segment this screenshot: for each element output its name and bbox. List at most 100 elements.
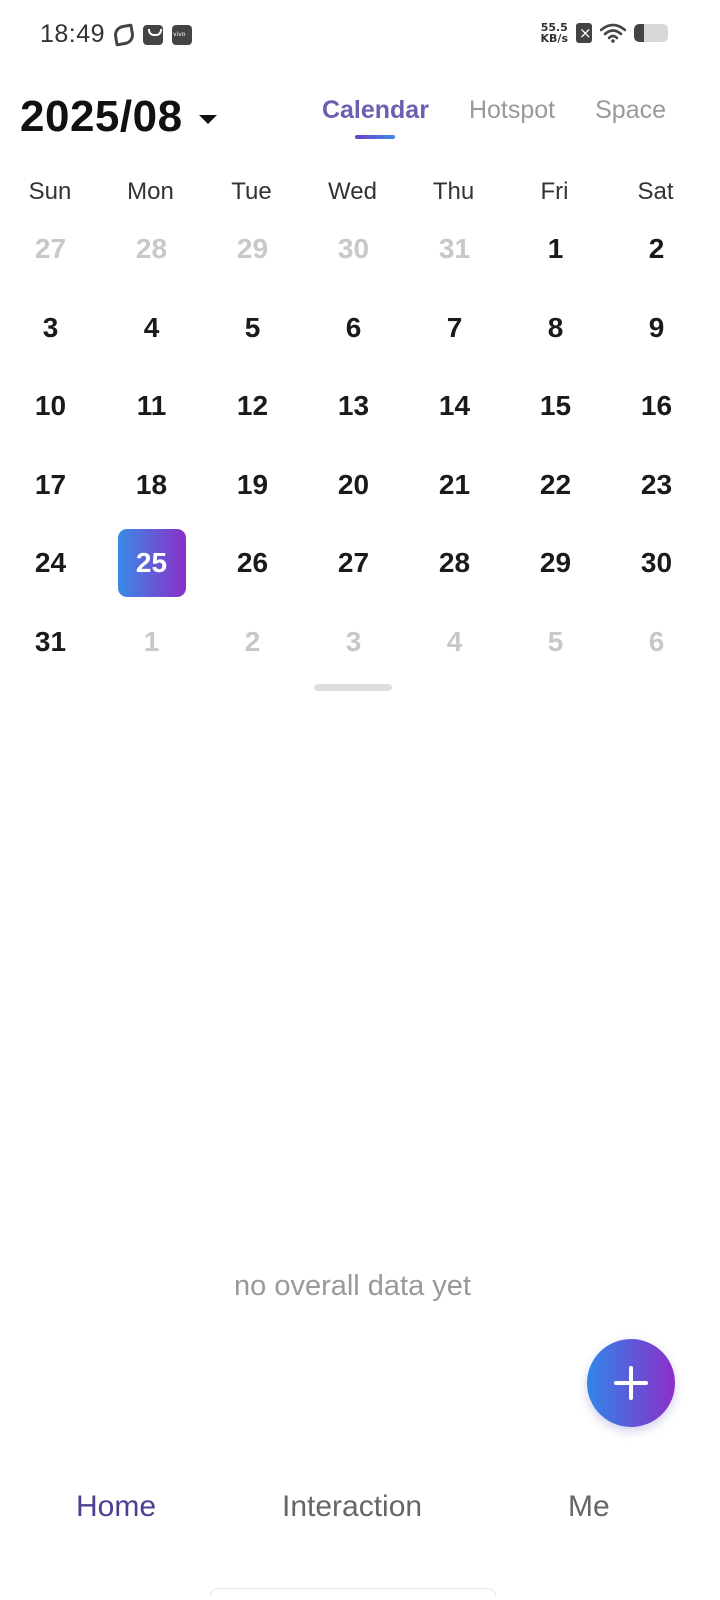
calendar-drag-handle[interactable] (314, 684, 392, 691)
calendar-day[interactable]: 19 (202, 451, 303, 519)
top-tabs: Calendar Hotspot Space (322, 96, 666, 139)
calendar-day[interactable]: 3 (303, 608, 404, 676)
day-number: 28 (438, 547, 471, 579)
nav-me[interactable]: Me (568, 1490, 610, 1524)
calendar-day[interactable]: 31 (404, 215, 505, 283)
calendar-day[interactable]: 13 (303, 372, 404, 440)
day-number: 28 (135, 233, 168, 265)
calendar-day[interactable]: 2 (202, 608, 303, 676)
calendar-week-row: 31 1 2 3 4 5 6 (0, 603, 720, 682)
calendar-day[interactable]: 30 (303, 215, 404, 283)
day-number: 7 (446, 311, 463, 343)
vivo-notification-icon (172, 25, 192, 45)
calendar-day[interactable]: 23 (606, 451, 707, 519)
day-number: 5 (547, 625, 564, 657)
empty-state-text: no overall data yet (234, 1270, 471, 1302)
day-number: 19 (236, 468, 269, 500)
calendar-day[interactable]: 17 (0, 451, 101, 519)
add-button[interactable] (587, 1339, 675, 1427)
battery-icon (634, 24, 668, 42)
day-number: 16 (640, 390, 673, 422)
calendar-day[interactable]: 21 (404, 451, 505, 519)
calendar-day[interactable]: 31 (0, 608, 101, 676)
day-number: 13 (337, 390, 370, 422)
no-sim-icon (576, 23, 592, 43)
calendar-day[interactable]: 27 (0, 215, 101, 283)
calendar-day[interactable]: 26 (202, 529, 303, 597)
day-number: 6 (648, 625, 665, 657)
day-number: 15 (539, 390, 572, 422)
day-number: 29 (539, 547, 572, 579)
tab-space[interactable]: Space (595, 96, 666, 139)
day-number: 2 (648, 233, 665, 265)
tab-calendar[interactable]: Calendar (322, 96, 429, 139)
dropdown-caret-icon (198, 114, 217, 124)
month-picker[interactable]: 2025/08 (20, 92, 217, 142)
calendar-week-row: 10 11 12 13 14 15 16 (0, 367, 720, 446)
calendar-day[interactable]: 18 (101, 451, 202, 519)
calendar-day[interactable]: 27 (303, 529, 404, 597)
notification-icons (112, 23, 192, 47)
calendar-day[interactable]: 3 (0, 294, 101, 362)
calendar-day[interactable]: 25 (101, 529, 202, 598)
calendar-day[interactable]: 28 (101, 215, 202, 283)
day-number: 2 (244, 625, 261, 657)
calendar-day[interactable]: 4 (404, 608, 505, 676)
calendar-day[interactable]: 20 (303, 451, 404, 519)
day-number: 20 (337, 468, 370, 500)
calendar-day[interactable]: 4 (101, 294, 202, 362)
calendar-day[interactable]: 7 (404, 294, 505, 362)
calendar-day[interactable]: 29 (202, 215, 303, 283)
status-time: 18:49 (40, 20, 106, 48)
calendar-day[interactable]: 12 (202, 372, 303, 440)
weekday-header: Sun Mon Tue Wed Thu Fri Sat (0, 178, 720, 206)
calendar-day[interactable]: 5 (505, 608, 606, 676)
calendar-week-row: 24 25 26 27 28 29 30 (0, 524, 720, 603)
day-number: 3 (345, 625, 362, 657)
calendar-day[interactable]: 1 (505, 215, 606, 283)
calendar-day[interactable]: 24 (0, 529, 101, 597)
calendar-day[interactable]: 22 (505, 451, 606, 519)
calendar-day[interactable]: 5 (202, 294, 303, 362)
day-number: 6 (345, 311, 362, 343)
calendar-day[interactable]: 16 (606, 372, 707, 440)
month-label: 2025/08 (20, 92, 183, 141)
network-speed-unit: KB/s (540, 32, 568, 45)
nav-home[interactable]: Home (76, 1490, 156, 1524)
day-number: 4 (143, 311, 160, 343)
day-number: 12 (236, 390, 269, 422)
day-number: 31 (438, 233, 471, 265)
day-number: 8 (547, 311, 564, 343)
battery-level-fill (634, 24, 645, 42)
nav-interaction[interactable]: Interaction (282, 1490, 422, 1524)
day-number: 27 (34, 233, 67, 265)
tab-hotspot[interactable]: Hotspot (469, 96, 555, 139)
calendar-day[interactable]: 29 (505, 529, 606, 597)
day-number: 21 (438, 468, 471, 500)
calendar-day[interactable]: 11 (101, 372, 202, 440)
day-number: 30 (337, 233, 370, 265)
network-speed: 55.5 KB/s (541, 22, 568, 44)
shopping-bag-notification-icon (143, 25, 163, 45)
calendar-day[interactable]: 2 (606, 215, 707, 283)
weekday-sat: Sat (637, 178, 674, 205)
day-number: 9 (648, 311, 665, 343)
calendar-grid: 27 28 29 30 31 1 2 3 4 5 6 7 8 9 10 11 12 13 14 15 16 17 18 19 2… (0, 210, 720, 681)
calendar-day[interactable]: 14 (404, 372, 505, 440)
day-number: 23 (640, 468, 673, 500)
calendar-week-row: 27 28 29 30 31 1 2 (0, 210, 720, 289)
day-number: 11 (136, 390, 167, 422)
calendar-day[interactable]: 15 (505, 372, 606, 440)
calendar-day[interactable]: 30 (606, 529, 707, 597)
wifi-icon (600, 23, 626, 43)
calendar-day[interactable]: 1 (101, 608, 202, 676)
calendar-day[interactable]: 6 (606, 608, 707, 676)
calendar-day[interactable]: 10 (0, 372, 101, 440)
status-right-icons: 55.5 KB/s (541, 22, 668, 44)
calendar-day[interactable]: 28 (404, 529, 505, 597)
day-number: 10 (34, 390, 67, 422)
calendar-day[interactable]: 8 (505, 294, 606, 362)
calendar-day[interactable]: 6 (303, 294, 404, 362)
calendar-day[interactable]: 9 (606, 294, 707, 362)
weekday-mon: Mon (127, 178, 174, 205)
